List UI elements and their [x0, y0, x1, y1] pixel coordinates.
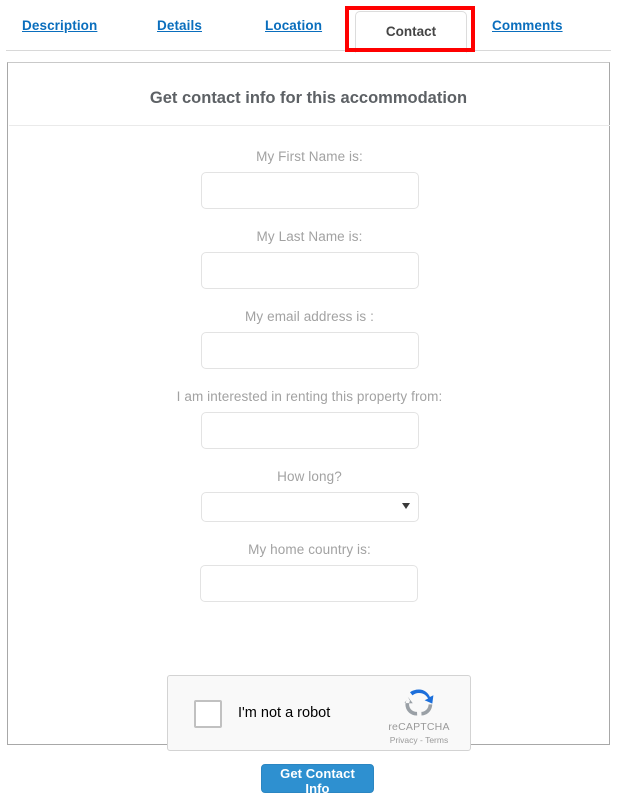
tab-strip-baseline — [6, 50, 611, 51]
last-name-input[interactable] — [200, 252, 419, 289]
field-email: My email address is : — [8, 309, 611, 369]
duration-select-wrap — [200, 492, 419, 522]
tab-comments-label[interactable]: Comments — [492, 18, 563, 33]
tab-details[interactable]: Details — [157, 18, 202, 33]
tab-description[interactable]: Description — [22, 18, 97, 33]
field-duration: How long? — [8, 469, 611, 522]
rent-from-date-input[interactable] — [200, 412, 419, 449]
tab-contact-label: Contact — [385, 24, 437, 39]
recaptcha-widget: I'm not a robot reCAPTCHA Privacy - Term… — [167, 675, 471, 751]
field-first-name: My First Name is: — [8, 149, 611, 209]
panel-heading: Get contact info for this accommodation — [149, 89, 468, 107]
field-last-name: My Last Name is: — [8, 229, 611, 289]
first-name-label: My First Name is: — [256, 149, 363, 164]
contact-form-panel: Get contact info for this accommodation … — [7, 62, 611, 796]
tab-contact[interactable]: Contact — [355, 11, 467, 53]
email-input[interactable] — [200, 332, 419, 369]
tab-location-label[interactable]: Location — [265, 18, 322, 33]
field-home-country: My home country is: — [8, 542, 611, 602]
recaptcha-checkbox[interactable] — [194, 700, 222, 728]
get-contact-info-button[interactable]: Get Contact Info — [261, 764, 374, 796]
tab-description-label[interactable]: Description — [22, 18, 97, 33]
tab-strip: Description Details Location Contact Com… — [0, 0, 617, 53]
home-country-input[interactable] — [199, 565, 418, 602]
recaptcha-recycle-icon — [404, 689, 434, 716]
field-rent-from-date: I am interested in renting this property… — [8, 389, 611, 449]
contact-form: My First Name is: My Last Name is: My em… — [8, 125, 611, 602]
recaptcha-logo: reCAPTCHA Privacy - Terms — [382, 684, 456, 745]
recaptcha-legal-text[interactable]: Privacy - Terms — [382, 735, 456, 745]
last-name-label: My Last Name is: — [256, 229, 363, 244]
recaptcha-label: I'm not a robot — [238, 705, 331, 721]
home-country-label: My home country is: — [248, 542, 371, 557]
rent-from-date-label: I am interested in renting this property… — [176, 389, 443, 404]
tab-details-label[interactable]: Details — [157, 18, 202, 33]
tab-location[interactable]: Location — [265, 18, 322, 33]
duration-label: How long? — [277, 469, 342, 484]
home-country-wrap — [6, 565, 611, 602]
duration-select[interactable] — [200, 492, 419, 522]
recaptcha-brand-text: reCAPTCHA — [388, 721, 450, 733]
tab-comments[interactable]: Comments — [492, 18, 563, 33]
email-label: My email address is : — [245, 309, 374, 324]
first-name-input[interactable] — [200, 172, 419, 209]
